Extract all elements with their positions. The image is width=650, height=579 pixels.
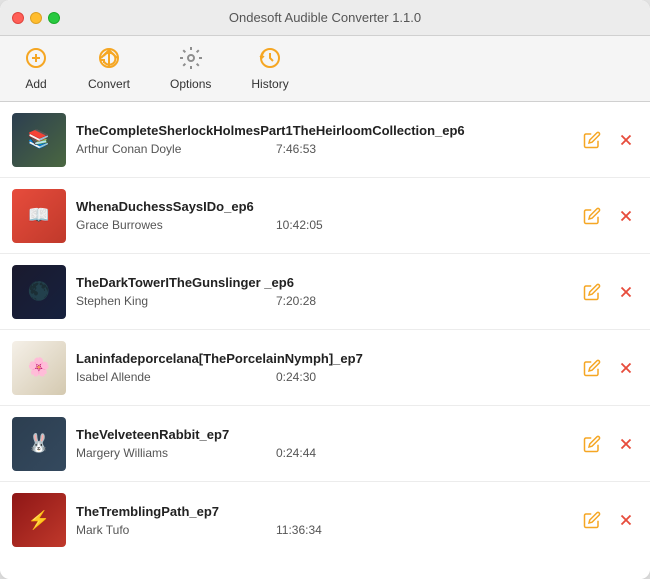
book-title: TheVelveteenRabbit_ep7 [76,427,570,442]
traffic-lights [12,12,60,24]
book-duration: 0:24:30 [276,370,316,384]
convert-label: Convert [88,77,130,91]
book-cover: 🐰 [12,417,66,471]
book-meta: Margery Williams 0:24:44 [76,446,570,460]
convert-button[interactable]: Convert [80,42,138,95]
book-meta: Grace Burrowes 10:42:05 [76,218,570,232]
delete-button[interactable] [614,280,638,304]
book-author: Stephen King [76,294,216,308]
edit-button[interactable] [580,128,604,152]
toolbar: Add Convert Options [0,36,650,102]
book-row: 📚 TheCompleteSherlockHolmesPart1TheHeirl… [0,102,650,178]
book-author: Margery Williams [76,446,216,460]
delete-button[interactable] [614,128,638,152]
delete-button[interactable] [614,204,638,228]
book-row: ⚡ TheTremblingPath_ep7 Mark Tufo 11:36:3… [0,482,650,558]
book-meta: Mark Tufo 11:36:34 [76,523,570,537]
main-window: Ondesoft Audible Converter 1.1.0 Add [0,0,650,579]
book-info: TheDarkTowerITheGunslinger _ep6 Stephen … [76,275,570,308]
book-cover: 🌸 [12,341,66,395]
delete-button[interactable] [614,356,638,380]
book-meta: Stephen King 7:20:28 [76,294,570,308]
book-title: TheDarkTowerITheGunslinger _ep6 [76,275,570,290]
edit-button[interactable] [580,356,604,380]
book-actions [580,128,638,152]
book-info: TheCompleteSherlockHolmesPart1TheHeirloo… [76,123,570,156]
add-button[interactable]: Add [16,42,56,95]
title-bar: Ondesoft Audible Converter 1.1.0 [0,0,650,36]
book-cover: 📖 [12,189,66,243]
book-author: Grace Burrowes [76,218,216,232]
book-actions [580,280,638,304]
book-row: 🌸 Laninfadeporcelana[ThePorcelainNymph]_… [0,330,650,406]
options-icon [179,46,203,74]
book-row: 📖 WhenaDuchessSaysIDo_ep6 Grace Burrowes… [0,178,650,254]
book-author: Arthur Conan Doyle [76,142,216,156]
maximize-button[interactable] [48,12,60,24]
add-label: Add [25,77,46,91]
edit-button[interactable] [580,508,604,532]
book-actions [580,204,638,228]
book-duration: 7:20:28 [276,294,316,308]
book-title: TheCompleteSherlockHolmesPart1TheHeirloo… [76,123,570,138]
book-actions [580,508,638,532]
book-row: 🐰 TheVelveteenRabbit_ep7 Margery William… [0,406,650,482]
book-info: Laninfadeporcelana[ThePorcelainNymph]_ep… [76,351,570,384]
book-meta: Arthur Conan Doyle 7:46:53 [76,142,570,156]
book-title: WhenaDuchessSaysIDo_ep6 [76,199,570,214]
book-author: Mark Tufo [76,523,216,537]
book-meta: Isabel Allende 0:24:30 [76,370,570,384]
edit-button[interactable] [580,204,604,228]
book-actions [580,356,638,380]
options-label: Options [170,77,211,91]
edit-button[interactable] [580,432,604,456]
book-duration: 0:24:44 [276,446,316,460]
book-title: Laninfadeporcelana[ThePorcelainNymph]_ep… [76,351,570,366]
history-button[interactable]: History [243,42,296,95]
book-info: TheVelveteenRabbit_ep7 Margery Williams … [76,427,570,460]
book-info: WhenaDuchessSaysIDo_ep6 Grace Burrowes 1… [76,199,570,232]
close-button[interactable] [12,12,24,24]
history-label: History [251,77,288,91]
book-duration: 10:42:05 [276,218,323,232]
book-cover: 📚 [12,113,66,167]
history-icon [258,46,282,74]
book-duration: 11:36:34 [276,523,322,537]
delete-button[interactable] [614,508,638,532]
book-list: 📚 TheCompleteSherlockHolmesPart1TheHeirl… [0,102,650,579]
window-title: Ondesoft Audible Converter 1.1.0 [229,10,421,25]
book-author: Isabel Allende [76,370,216,384]
minimize-button[interactable] [30,12,42,24]
book-duration: 7:46:53 [276,142,316,156]
book-cover: ⚡ [12,493,66,547]
add-icon [24,46,48,74]
book-info: TheTremblingPath_ep7 Mark Tufo 11:36:34 [76,504,570,537]
convert-icon [97,46,121,74]
book-cover: 🌑 [12,265,66,319]
delete-button[interactable] [614,432,638,456]
book-actions [580,432,638,456]
book-row: 🌑 TheDarkTowerITheGunslinger _ep6 Stephe… [0,254,650,330]
edit-button[interactable] [580,280,604,304]
options-button[interactable]: Options [162,42,219,95]
book-title: TheTremblingPath_ep7 [76,504,570,519]
